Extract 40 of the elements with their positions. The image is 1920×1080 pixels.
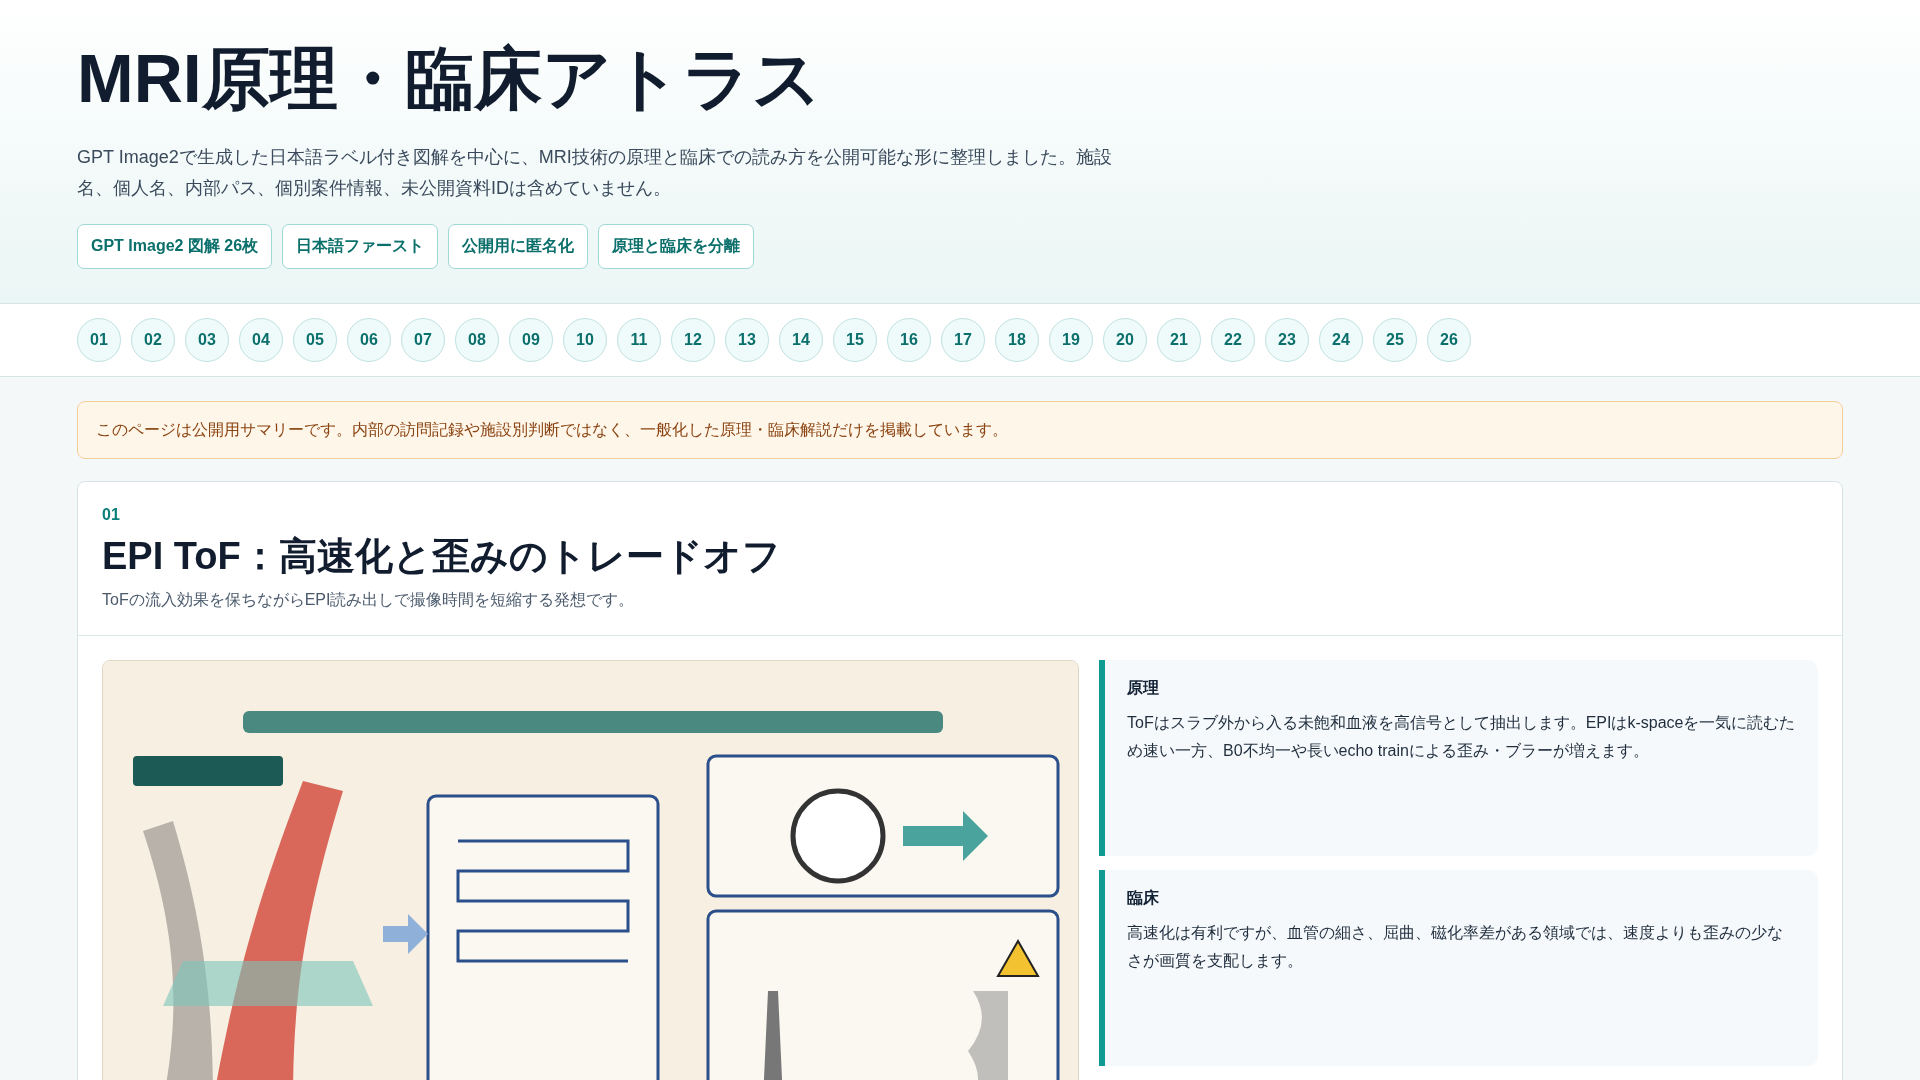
section-link[interactable]: 06: [347, 318, 391, 362]
note-text: ToFはスラブ外から入る未飽和血液を高信号として抽出します。EPIはk-spaceを一気に読むため速い一方、B0不均一や長いecho trainによる歪み・ブラーが増えます。: [1127, 713, 1796, 761]
section-link[interactable]: 17: [941, 318, 985, 362]
note-text: 高速化は有利ですが、血管の細さ、屈曲、磁化率差がある領域では、速度よりも歪みの少なさが画質を支配します。: [1127, 923, 1784, 971]
section-link[interactable]: 21: [1157, 318, 1201, 362]
section-link[interactable]: 10: [563, 318, 607, 362]
section-link[interactable]: 04: [239, 318, 283, 362]
section-link[interactable]: 20: [1103, 318, 1147, 362]
section-link[interactable]: 15: [833, 318, 877, 362]
section-link[interactable]: 22: [1211, 318, 1255, 362]
page-title: MRI原理・臨床アトラス: [77, 39, 823, 118]
section-link[interactable]: 13: [725, 318, 769, 362]
section-link[interactable]: 18: [995, 318, 1039, 362]
section-link[interactable]: 26: [1427, 318, 1471, 362]
feature-tag: GPT Image2 図解 26枚: [77, 224, 273, 269]
section-link[interactable]: 08: [455, 318, 499, 362]
section-link[interactable]: 05: [293, 318, 337, 362]
section-link[interactable]: 25: [1373, 318, 1417, 362]
section-link[interactable]: 09: [509, 318, 553, 362]
page-description: GPT Image2で生成した日本語ラベル付き図解を中心に、MRI技術の原理と臨床での読み方を公開可能な形に整理しました。施設名、個人名、内部パス、個別案件情報、未公開資料IDは含めていません。: [77, 146, 1113, 200]
section-link[interactable]: 01: [77, 318, 121, 362]
section-link[interactable]: 23: [1265, 318, 1309, 362]
section-link[interactable]: 03: [185, 318, 229, 362]
note-heading: 臨床: [1127, 888, 1160, 908]
notice-banner: このページは公開用サマリーです。内部の訪問記録や施設別判断ではなく、一般化した原理・臨床解説だけを掲載しています。: [77, 401, 1843, 459]
note-heading: 原理: [1127, 678, 1160, 698]
section-link[interactable]: 02: [131, 318, 175, 362]
section-link[interactable]: 19: [1049, 318, 1093, 362]
feature-tag: 原理と臨床を分離: [598, 224, 755, 269]
section-subtitle: ToFの流入効果を保ちながらEPI読み出しで撮像時間を短縮する発想です。: [102, 590, 636, 610]
section-link[interactable]: 11: [617, 318, 661, 362]
section-link[interactable]: 24: [1319, 318, 1363, 362]
feature-tag: 公開用に匿名化: [448, 224, 589, 269]
section-link[interactable]: 12: [671, 318, 715, 362]
section-link[interactable]: 14: [779, 318, 823, 362]
section-number: 01: [102, 506, 121, 524]
section-title: EPI ToF：高速化と歪みのトレードオフ: [102, 534, 782, 579]
section-link[interactable]: 07: [401, 318, 445, 362]
feature-tag: 日本語ファースト: [282, 224, 439, 269]
section-link[interactable]: 16: [887, 318, 931, 362]
